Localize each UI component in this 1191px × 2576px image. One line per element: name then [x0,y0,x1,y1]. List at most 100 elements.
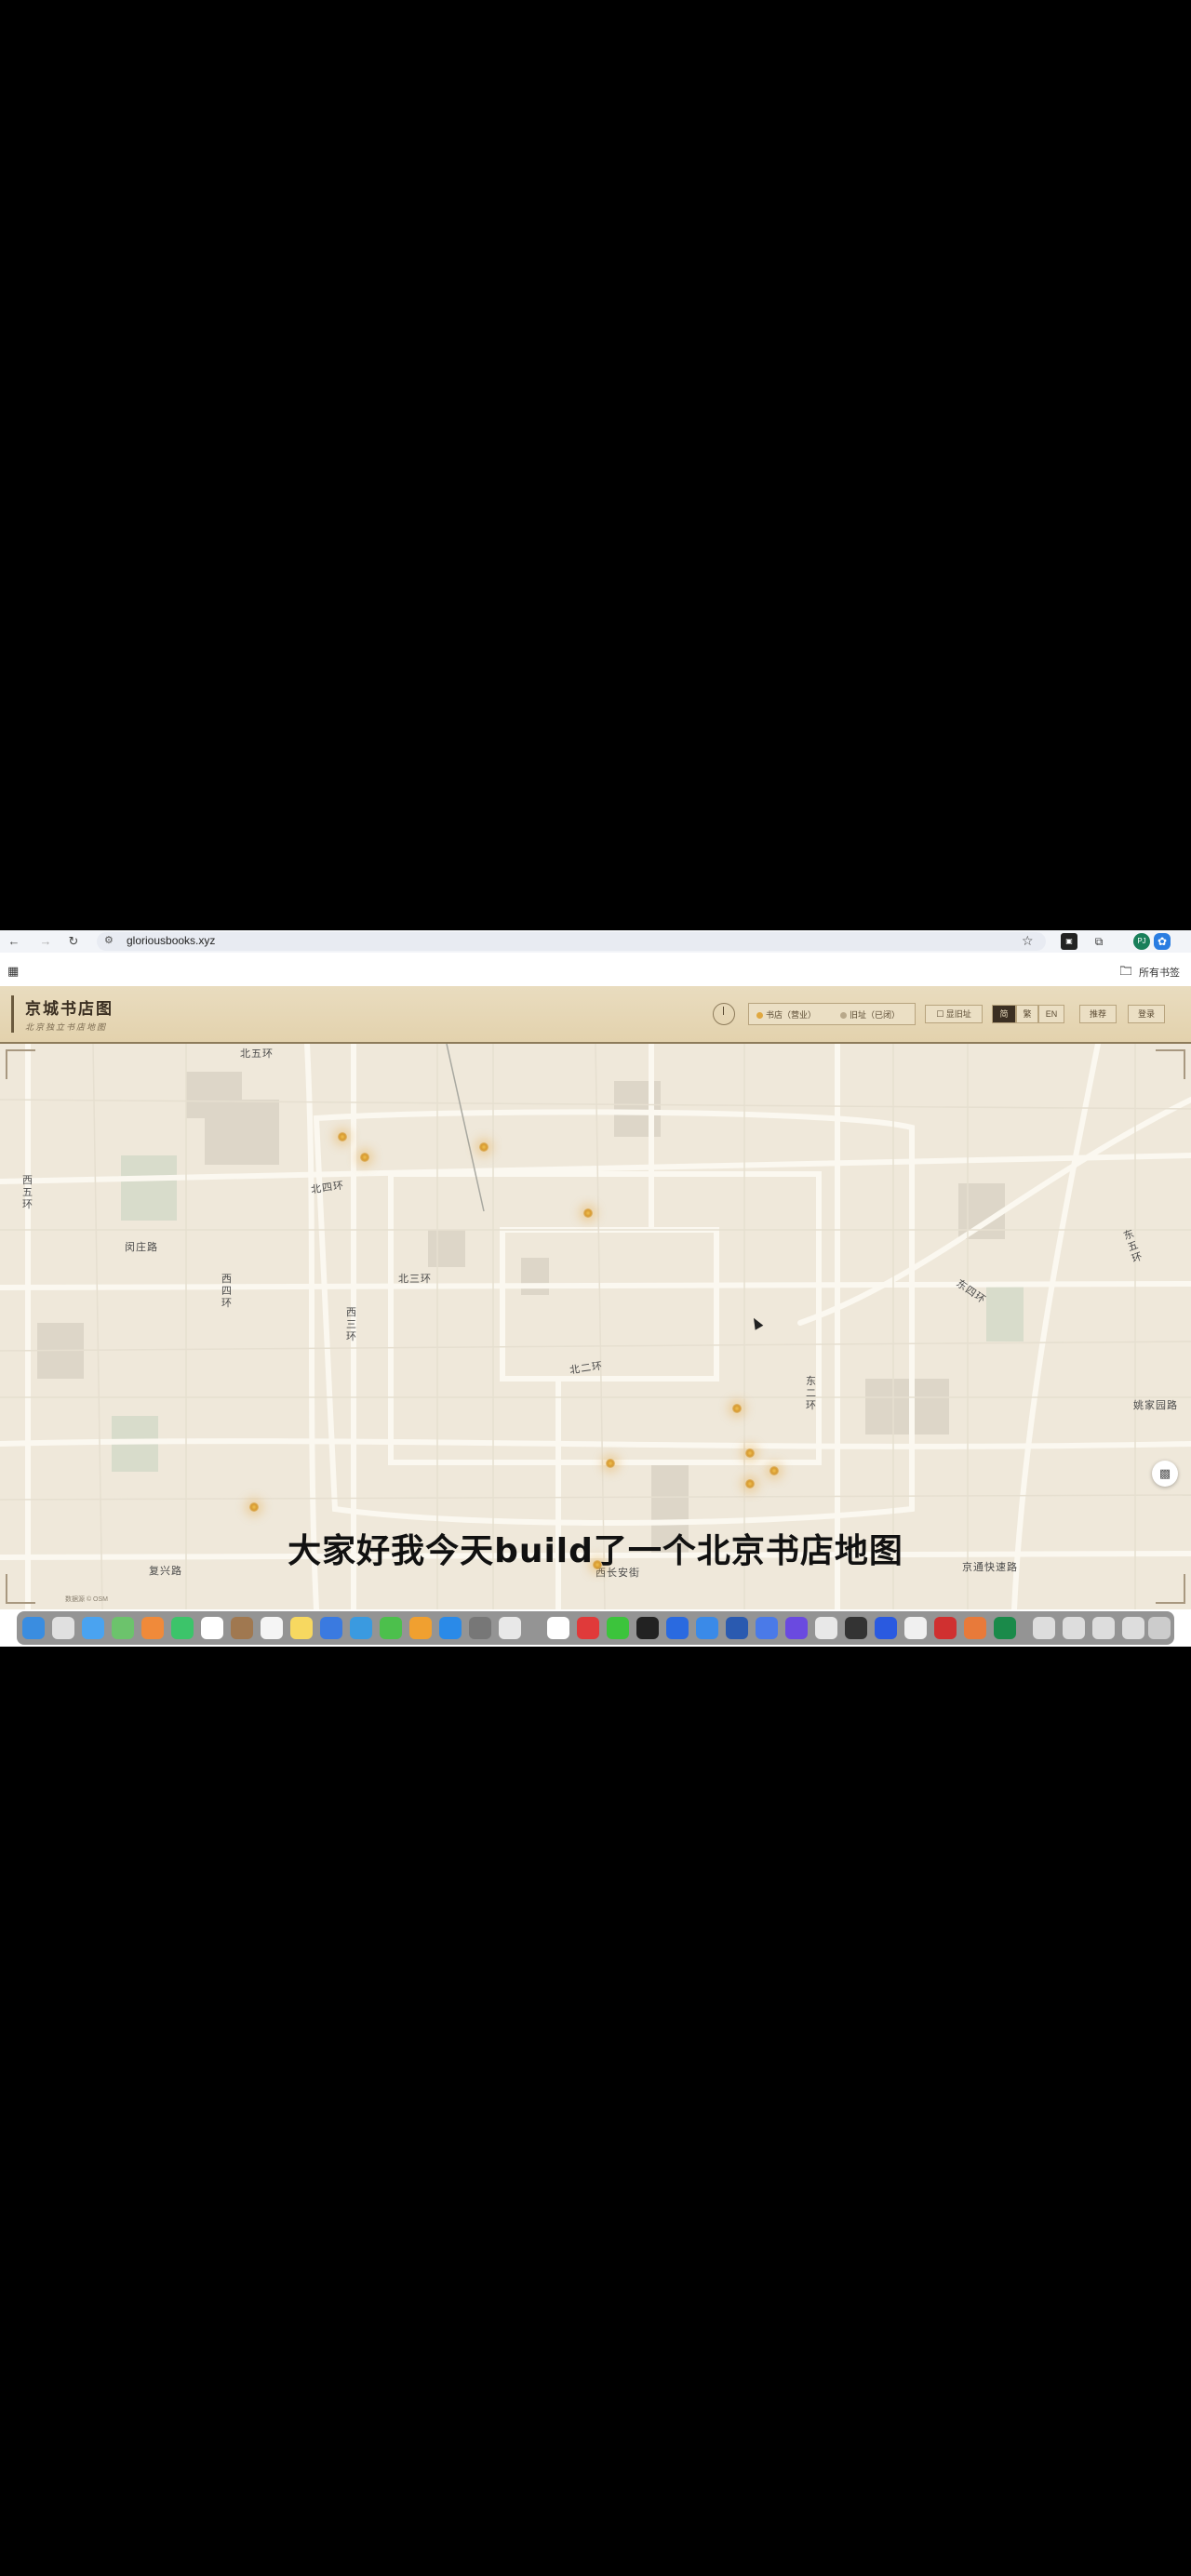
photos-icon[interactable] [141,1617,164,1639]
bookstore-pin[interactable] [479,1142,488,1152]
app-icon[interactable] [696,1617,718,1639]
word-icon[interactable] [875,1617,897,1639]
settings-icon[interactable] [469,1617,491,1639]
url-text[interactable]: gloriousbooks.xyz [127,934,215,947]
chrome-icon[interactable] [499,1617,521,1639]
excel-icon[interactable] [994,1617,1016,1639]
frame-corner [1156,1574,1185,1604]
forward-icon[interactable]: → [37,933,54,950]
calendar-icon[interactable] [201,1617,223,1639]
reminders-icon[interactable] [261,1617,283,1639]
app-icon[interactable] [756,1617,778,1639]
map-canvas[interactable]: 北五环 北四环 西五环 闵庄路 西四环 北三环 西三环 北二环 东二环 东四环 … [0,1044,1191,1609]
reload-icon[interactable]: ↻ [65,933,82,950]
browser-chrome: ← → ↻ ⚙ gloriousbooks.xyz ☆ ▣ ⧉ PJ ✿ ▦ 所… [0,930,1191,987]
document-icon[interactable] [1092,1617,1115,1639]
road-label: 北三环 [398,1273,432,1285]
app-icon[interactable] [815,1617,837,1639]
frame-corner [6,1049,35,1079]
claude-icon[interactable] [964,1617,986,1639]
legend-open-label: 书店（营业） [766,1010,817,1020]
terminal-icon[interactable] [636,1617,659,1639]
closed-dot-icon [840,1012,847,1020]
road-label: 东二环 [806,1375,817,1411]
bookstore-pin[interactable] [606,1459,615,1468]
apps-grid-icon[interactable]: ▦ [7,964,19,979]
outlook-icon[interactable] [726,1617,748,1639]
keynote-icon[interactable] [320,1617,342,1639]
app-header: 京城书店图 北京独立书店地图 书店（营业） 旧址（已闭） ☐ 显旧址 简 繁 E… [0,986,1191,1044]
facetime-icon[interactable] [171,1617,194,1639]
brand[interactable]: 京城书店图 北京独立书店地图 [11,995,114,1033]
road-label: 北五环 [240,1048,274,1060]
bookmark-star-icon[interactable]: ☆ [1022,933,1034,949]
road-label: 西三环 [346,1306,357,1342]
app-icon[interactable] [666,1617,689,1639]
profile-avatar-icon[interactable]: PJ [1133,933,1150,950]
appstore-icon[interactable] [439,1617,462,1639]
frame-corner [6,1574,35,1604]
bookmarks-bar: ▦ 所有书签 [0,960,1191,982]
lang-simplified[interactable]: 简 [992,1005,1016,1023]
keynote2-icon[interactable] [350,1617,372,1639]
recommend-button[interactable]: 推荐 [1079,1005,1117,1023]
road-label: 闵庄路 [125,1241,158,1253]
chat-assistant-icon[interactable]: ▩ [1152,1461,1178,1487]
wechat-icon[interactable] [607,1617,629,1639]
open-dot-icon [756,1012,763,1020]
notes-icon[interactable] [290,1617,313,1639]
legend-open: 书店（营业） [756,1008,816,1021]
screen: ← → ↻ ⚙ gloriousbooks.xyz ☆ ▣ ⧉ PJ ✿ ▦ 所… [0,930,1191,1647]
road-label: 西五环 [22,1174,33,1210]
bookstore-pin[interactable] [360,1153,369,1162]
app-icon[interactable] [785,1617,808,1639]
downloads-icon[interactable] [1033,1617,1055,1639]
map-attribution: 数据源 © OSM [65,1596,108,1603]
finder-icon[interactable] [22,1617,45,1639]
pages-icon[interactable] [409,1617,432,1639]
contacts-icon[interactable] [231,1617,253,1639]
bookstore-pin[interactable] [583,1208,593,1218]
toggle-label: 显旧址 [945,1009,971,1019]
compass-icon [713,1003,735,1025]
bookstore-pin[interactable] [338,1132,347,1141]
maps-icon[interactable] [112,1617,134,1639]
lang-traditional[interactable]: 繁 [1016,1005,1038,1023]
bookstore-pin[interactable] [249,1502,259,1512]
extensions-puzzle-icon[interactable]: ⧉ [1091,933,1107,950]
show-old-sites-toggle[interactable]: ☐ 显旧址 [925,1005,983,1023]
all-bookmarks-link[interactable]: 所有书签 [1139,965,1180,980]
back-icon[interactable]: ← [6,933,22,950]
legend-closed-label: 旧址（已闭） [850,1010,901,1020]
app-icon[interactable] [845,1617,867,1639]
address-bar[interactable] [97,932,1046,951]
bookstore-pin[interactable] [732,1404,742,1413]
music-icon[interactable] [577,1617,599,1639]
extension-icon[interactable]: ▣ [1061,933,1077,950]
road-label: 姚家园路 [1133,1399,1178,1411]
safari-icon[interactable] [82,1617,104,1639]
bookstore-pin[interactable] [769,1466,779,1475]
app-icon[interactable] [904,1617,927,1639]
site-title: 京城书店图 [25,1000,114,1019]
document-icon[interactable] [1063,1617,1085,1639]
trash-icon[interactable] [1148,1617,1171,1639]
launchpad-icon[interactable] [52,1617,74,1639]
document-icon[interactable] [1122,1617,1144,1639]
url-row: ← → ↻ ⚙ gloriousbooks.xyz ☆ ▣ ⧉ PJ ✿ [0,930,1191,953]
site-subtitle: 北京独立书店地图 [25,1023,108,1033]
road-label: 西四环 [221,1273,233,1309]
app-icon[interactable] [547,1617,569,1639]
bookstore-pin[interactable] [745,1448,755,1458]
login-button[interactable]: 登录 [1128,1005,1165,1023]
macos-dock [17,1611,1174,1645]
lang-english[interactable]: EN [1038,1005,1064,1023]
legend-closed: 旧址（已闭） [840,1008,900,1021]
numbers-icon[interactable] [380,1617,402,1639]
pdf-icon[interactable] [934,1617,957,1639]
folder-icon [1120,966,1131,975]
site-info-icon[interactable]: ⚙ [104,934,114,946]
bookstore-pin[interactable] [745,1479,755,1488]
ai-assistant-icon[interactable]: ✿ [1154,933,1171,950]
map-legend: 书店（营业） 旧址（已闭） [748,1003,916,1025]
